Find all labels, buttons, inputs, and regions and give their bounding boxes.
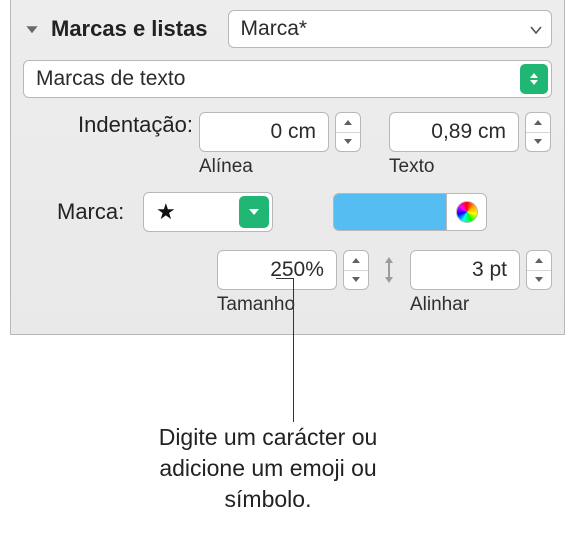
indent-bullet-stepper[interactable] bbox=[335, 112, 361, 152]
section-header: Marcas e listas Marca* bbox=[23, 10, 552, 48]
indent-row: Indentação: 0 cm Alínea 0,89 cm bbox=[23, 112, 552, 178]
size-caption: Tamanho bbox=[217, 294, 295, 316]
color-picker-button[interactable] bbox=[447, 193, 487, 231]
list-style-value: Marca* bbox=[241, 17, 308, 41]
align-value: 3 pt bbox=[419, 258, 513, 282]
indent-text-stepper[interactable] bbox=[525, 112, 551, 152]
align-stepper[interactable] bbox=[526, 250, 552, 290]
bullet-color-well[interactable] bbox=[333, 193, 447, 231]
bullet-symbol-row: Marca: ★ bbox=[23, 192, 552, 232]
updown-caret-icon bbox=[520, 64, 548, 94]
bullets-lists-panel: Marcas e listas Marca* Marcas de texto I… bbox=[10, 0, 565, 335]
indent-bullet-value: 0 cm bbox=[208, 120, 322, 144]
vertical-align-icon bbox=[375, 250, 404, 290]
stepper-up-icon[interactable] bbox=[344, 251, 368, 270]
align-caption: Alinhar bbox=[410, 294, 469, 316]
indent-text-input[interactable]: 0,89 cm bbox=[389, 112, 519, 152]
stepper-up-icon[interactable] bbox=[526, 113, 550, 132]
indent-label: Indentação: bbox=[23, 112, 199, 138]
bullet-label: Marca: bbox=[23, 199, 143, 225]
disclosure-triangle-icon[interactable] bbox=[23, 20, 41, 38]
annotation-text: Digite um carácter ou adicione um emoji … bbox=[128, 422, 408, 515]
callout-line bbox=[293, 278, 294, 422]
bullet-symbol-value: ★ bbox=[156, 199, 176, 225]
indent-bullet-input[interactable]: 0 cm bbox=[199, 112, 329, 152]
bullet-symbol-select[interactable]: ★ bbox=[143, 192, 273, 232]
size-stepper[interactable] bbox=[343, 250, 369, 290]
bullet-color-group bbox=[333, 193, 487, 231]
indent-text-caption: Texto bbox=[389, 156, 434, 178]
stepper-down-icon[interactable] bbox=[344, 270, 368, 290]
indent-bullet-caption: Alínea bbox=[199, 156, 253, 178]
size-align-row: 250% Tamanho 3 pt bbox=[23, 250, 552, 316]
section-title: Marcas e listas bbox=[51, 16, 208, 42]
stepper-up-icon[interactable] bbox=[527, 251, 551, 270]
list-style-dropdown[interactable]: Marca* bbox=[228, 10, 552, 48]
chevron-down-icon bbox=[529, 17, 543, 41]
align-input[interactable]: 3 pt bbox=[410, 250, 520, 290]
stepper-down-icon[interactable] bbox=[336, 132, 360, 152]
color-wheel-icon bbox=[456, 201, 478, 223]
bullet-type-value: Marcas de texto bbox=[36, 67, 185, 91]
stepper-down-icon[interactable] bbox=[527, 270, 551, 290]
bullet-type-dropdown[interactable]: Marcas de texto bbox=[23, 60, 552, 98]
indent-text-value: 0,89 cm bbox=[398, 120, 512, 144]
size-input[interactable]: 250% bbox=[217, 250, 337, 290]
stepper-up-icon[interactable] bbox=[336, 113, 360, 132]
callout-line bbox=[276, 278, 294, 279]
chevron-down-icon bbox=[239, 196, 269, 228]
stepper-down-icon[interactable] bbox=[526, 132, 550, 152]
